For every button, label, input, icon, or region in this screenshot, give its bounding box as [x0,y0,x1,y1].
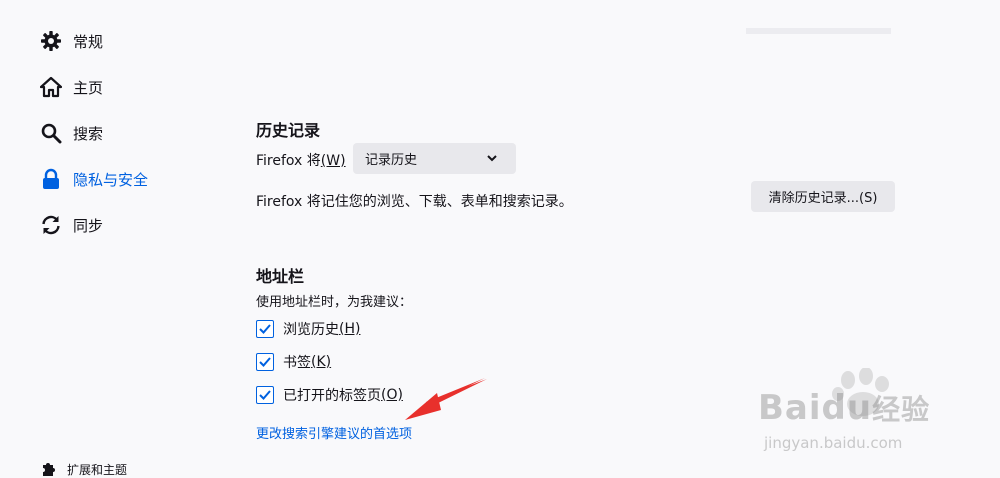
addressbar-heading: 地址栏 [256,267,305,286]
sidebar-item-search[interactable]: 搜索 [40,118,103,148]
sidebar-item-label: 搜索 [73,124,104,143]
puzzle-icon [40,460,58,478]
search-icon [40,122,62,144]
history-mode-select[interactable]: 记录历史 [353,143,516,174]
lock-icon [40,168,62,190]
gear-icon [40,30,62,52]
suggest-bookmarks-checkbox[interactable]: 书签 (K) [256,352,331,372]
sync-icon [40,214,62,236]
addressbar-subtitle: 使用地址栏时，为我建议： [256,295,413,310]
watermark-url: jingyan.baidu.com [764,434,903,452]
home-icon [40,76,62,98]
search-field-remnant [746,28,891,34]
sidebar-item-sync[interactable]: 同步 [40,210,103,240]
sidebar-item-label: 同步 [73,216,104,235]
sidebar-item-privacy[interactable]: 隐私与安全 [40,164,148,194]
sidebar-item-home[interactable]: 主页 [40,72,103,102]
history-heading: 历史记录 [256,121,321,140]
chevron-down-icon [486,152,498,168]
clear-history-button[interactable]: 清除历史记录...(S) [751,181,895,212]
baidu-watermark: Baidu经验 jingyan.baidu.com [758,368,958,463]
history-mode-label: Firefox 将(W) [256,153,346,169]
change-search-suggestions-link[interactable]: 更改搜索引擎建议的首选项 [256,423,412,442]
suggest-history-checkbox[interactable]: 浏览历史 (H) [256,319,360,339]
sidebar-item-general[interactable]: 常规 [40,26,103,56]
checkbox[interactable] [256,320,274,338]
history-description: Firefox 将记住您的浏览、下载、表单和搜索记录。 [256,194,573,210]
checkbox[interactable] [256,386,274,404]
checkmark-icon [259,357,271,367]
history-mode-value: 记录历史 [365,153,418,168]
sidebar-item-label: 常规 [73,32,104,51]
checkmark-icon [259,324,271,334]
suggest-open-tabs-checkbox[interactable]: 已打开的标签页 (O) [256,385,403,405]
checkmark-icon [259,390,271,400]
sidebar-item-label: 扩展和主题 [67,462,128,477]
watermark-brand: Baidu经验 [758,388,931,428]
sidebar-item-label: 主页 [73,78,104,97]
sidebar-item-extensions[interactable]: 扩展和主题 [40,454,127,478]
sidebar-item-label: 隐私与安全 [73,170,149,189]
checkbox[interactable] [256,353,274,371]
sidebar: 常规 主页 搜索 隐私与安全 同步 扩展和主题 [0,0,230,478]
